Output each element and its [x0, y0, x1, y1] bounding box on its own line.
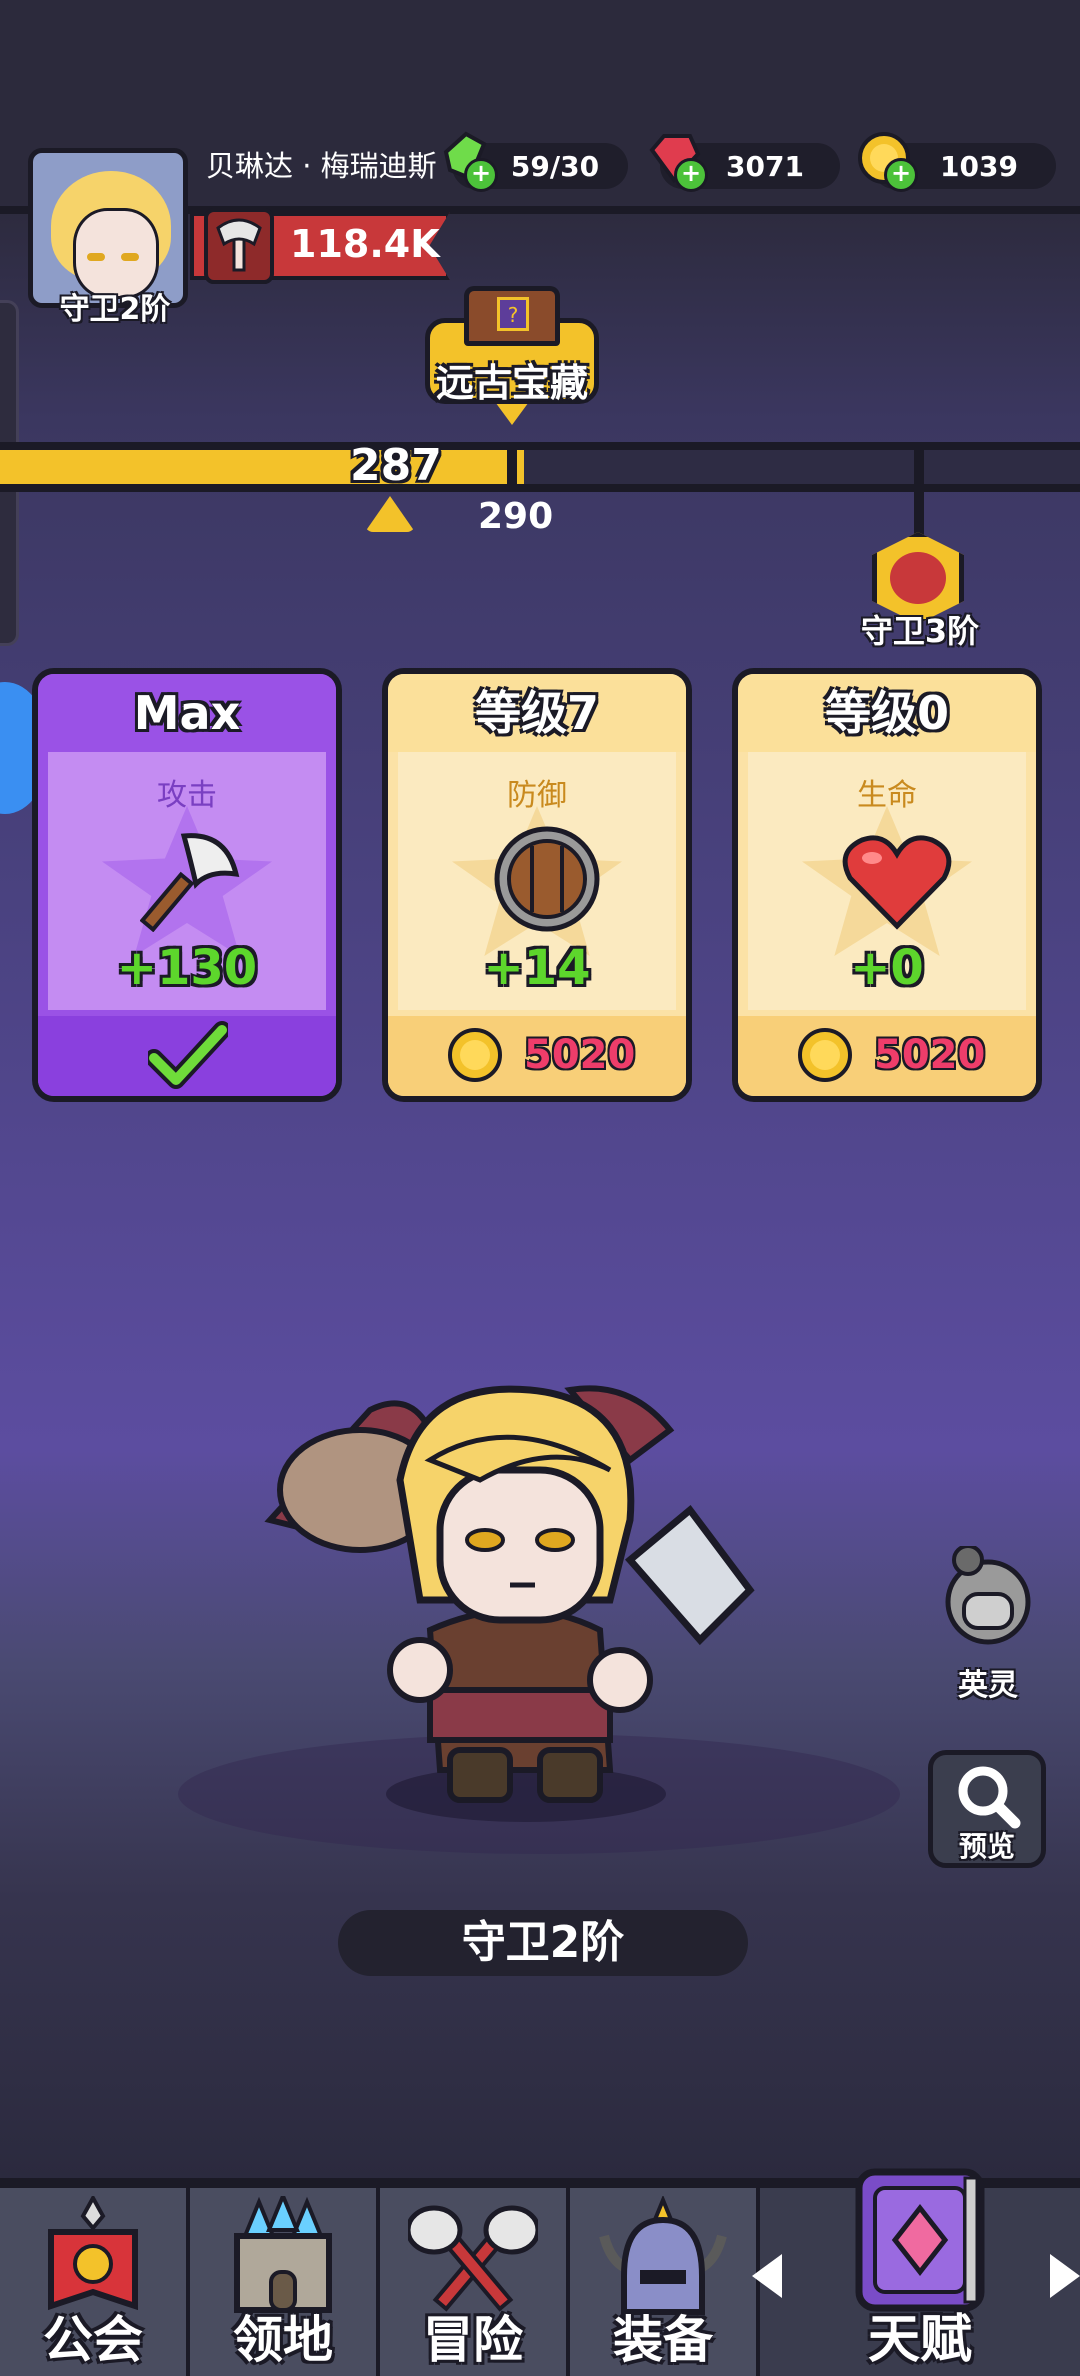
- gem-value: 3071: [726, 149, 804, 183]
- nav-adventure[interactable]: 冒险: [380, 2188, 570, 2376]
- nav-label: 天赋: [867, 2310, 972, 2370]
- talent-book-icon: [845, 2164, 995, 2318]
- player-rank: 守卫2阶: [59, 292, 171, 327]
- card-stat-label: 生命: [857, 778, 917, 813]
- card-stat-label: 防御: [507, 778, 567, 813]
- gold-coin-icon: [448, 1028, 502, 1082]
- nav-territory[interactable]: 领地: [190, 2188, 380, 2376]
- defense-upgrade-card[interactable]: 等级7 防御 +14 5020: [382, 668, 692, 1102]
- ancient-treasure-label: 远古宝藏: [435, 361, 588, 405]
- progress-pointer-icon: [365, 496, 415, 532]
- energy-value: 59/30: [510, 149, 600, 183]
- spirit-portrait-icon: [945, 1544, 1031, 1645]
- card-stat-label: 攻击: [157, 778, 217, 813]
- nav-label: 装备: [613, 2311, 713, 2369]
- nav-label: 公会: [43, 2311, 143, 2369]
- rank-progress-fill: [0, 450, 524, 484]
- hero-rank-label: 守卫2阶: [338, 1910, 748, 1976]
- player-name: 贝琳达 · 梅瑞迪斯: [206, 149, 437, 183]
- nav-label: 领地: [233, 2311, 333, 2369]
- progress-current: 287: [350, 440, 442, 491]
- attack-upgrade-card[interactable]: Max 攻击 +130: [32, 668, 342, 1102]
- treasure-chest-icon: ?: [464, 286, 560, 346]
- card-bonus: +14: [483, 940, 591, 996]
- spirit-label: 英灵: [958, 1668, 1018, 1703]
- rank-marker-tick: [914, 442, 924, 538]
- gold-value: 1039: [940, 149, 1018, 183]
- upgrade-cost: 5020: [874, 1032, 986, 1078]
- health-upgrade-card[interactable]: 等级0 生命 +0 5020: [732, 668, 1042, 1102]
- preview-button[interactable]: 预览: [928, 1750, 1046, 1868]
- nav-left-arrow-icon[interactable]: [752, 2254, 782, 2298]
- nav-right-arrow-icon[interactable]: [1050, 2254, 1080, 2298]
- hero-character[interactable]: [250, 1370, 810, 1814]
- nav-equipment[interactable]: 装备: [570, 2188, 760, 2376]
- card-header: 等级0: [738, 674, 1036, 752]
- check-icon: [145, 1020, 231, 1096]
- card-header: 等级7: [388, 674, 686, 752]
- gold-icon: +: [856, 130, 918, 192]
- card-header: Max: [38, 674, 336, 752]
- nav-guild[interactable]: 公会: [0, 2188, 190, 2376]
- upgrade-cost: 5020: [524, 1032, 636, 1078]
- gold-coin-icon: [798, 1028, 852, 1082]
- card-bonus: +0: [850, 940, 924, 996]
- power-value: 118.4K: [290, 222, 440, 266]
- gem-icon: +: [646, 130, 708, 192]
- progress-next-marker: 290: [478, 496, 554, 537]
- nav-talent[interactable]: 天赋: [760, 2168, 1080, 2376]
- spirit-button[interactable]: [928, 1544, 1046, 1656]
- nav-label: 冒险: [423, 2311, 523, 2369]
- axe-icon: [139, 822, 250, 936]
- next-rank-label: 守卫3阶: [860, 612, 980, 650]
- preview-label: 预览: [958, 1830, 1015, 1863]
- card-bonus: +130: [116, 940, 258, 996]
- energy-icon: +: [436, 130, 498, 192]
- heart-icon: [840, 832, 954, 936]
- power-icon-frame: [204, 208, 274, 284]
- progress-marker-tick: [507, 442, 517, 492]
- shield-icon: [492, 824, 602, 938]
